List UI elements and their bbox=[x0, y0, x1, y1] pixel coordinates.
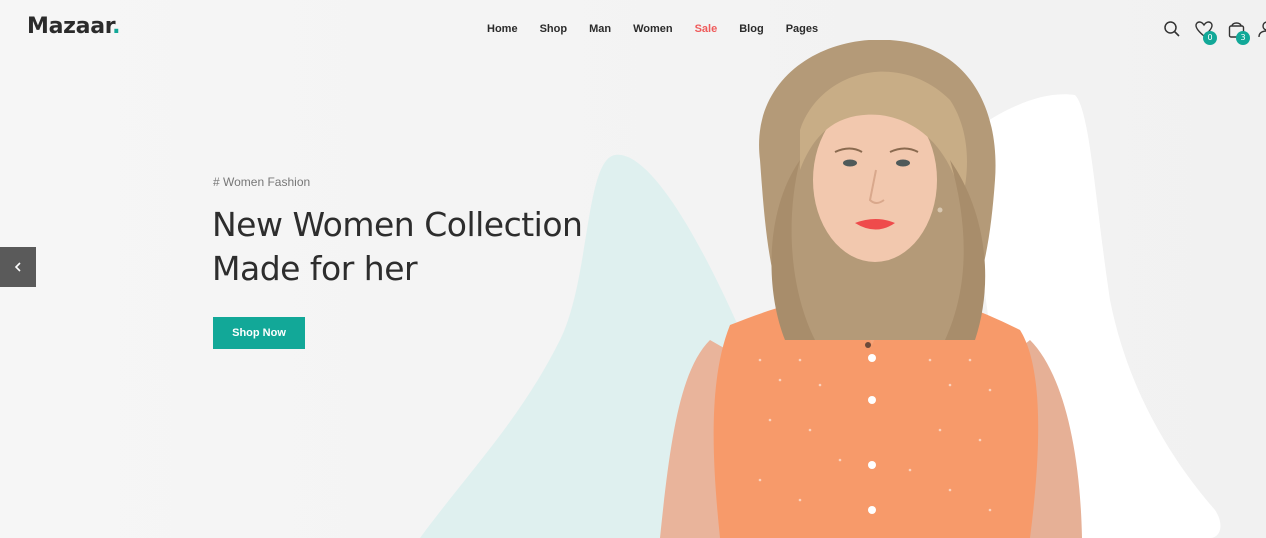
chevron-left-icon bbox=[14, 262, 21, 272]
slider-prev-button[interactable] bbox=[0, 247, 36, 287]
nav-item-shop[interactable]: Shop bbox=[540, 23, 568, 35]
hero-section: Mazaar. Home Shop Man Women Sale Blog Pa… bbox=[0, 0, 1266, 538]
brand-dot: . bbox=[112, 14, 121, 39]
cart-icon[interactable]: 3 bbox=[1228, 20, 1250, 45]
search-icon[interactable] bbox=[1163, 20, 1181, 38]
brand-name: Mazaar bbox=[27, 14, 113, 39]
main-nav: Home Shop Man Women Sale Blog Pages bbox=[487, 23, 840, 35]
nav-item-blog[interactable]: Blog bbox=[739, 23, 763, 35]
model-image bbox=[660, 40, 1082, 538]
site-header: Mazaar. Home Shop Man Women Sale Blog Pa… bbox=[0, 0, 1266, 60]
wishlist-count-badge: 0 bbox=[1203, 31, 1217, 45]
brand-logo[interactable]: Mazaar. bbox=[27, 14, 121, 39]
nav-item-pages[interactable]: Pages bbox=[786, 23, 818, 35]
nav-item-home[interactable]: Home bbox=[487, 23, 518, 35]
user-icon[interactable] bbox=[1258, 21, 1266, 38]
wishlist-icon[interactable]: 0 bbox=[1195, 21, 1217, 45]
nav-item-man[interactable]: Man bbox=[589, 23, 611, 35]
nav-item-women[interactable]: Women bbox=[633, 23, 673, 35]
cart-count-badge: 3 bbox=[1236, 31, 1250, 45]
nav-item-sale[interactable]: Sale bbox=[695, 23, 718, 35]
